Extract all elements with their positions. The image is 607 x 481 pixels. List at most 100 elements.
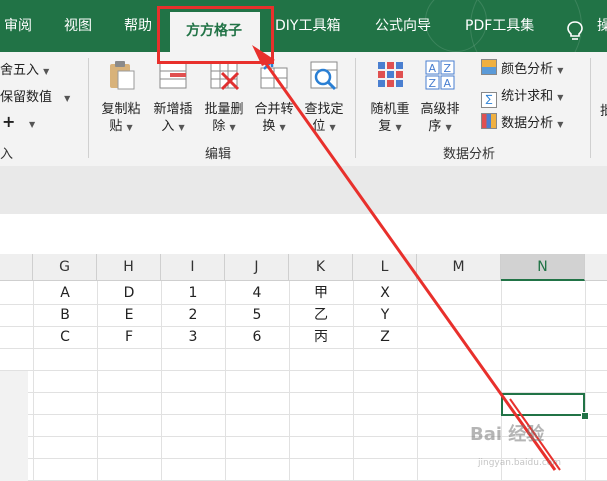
- chevron-down-icon: ▼: [178, 123, 185, 132]
- chevron-down-icon: ▼: [126, 123, 133, 132]
- chevron-down-icon: ▼: [557, 93, 564, 102]
- col-header-j[interactable]: J: [225, 254, 289, 281]
- annotation-highlight-box: [157, 6, 274, 64]
- col-header-partial[interactable]: [585, 254, 607, 281]
- sort-az-icon: A Z Z A: [425, 60, 455, 90]
- cell-h3[interactable]: F: [97, 326, 161, 348]
- formula-bar[interactable]: [0, 214, 607, 255]
- cell-j1[interactable]: 4: [225, 282, 289, 304]
- col-header-g[interactable]: G: [33, 254, 97, 281]
- insert-new-button[interactable]: 新增插 入 ▼: [147, 58, 199, 136]
- merge-convert-button[interactable]: 合并转 换 ▼: [248, 58, 300, 136]
- ribbon-panel: 舍五入 ▼ 保留数值 ▼ + ▼ 入 复制粘 贴 ▼ 新增插 入 ▼ 批量删 除…: [0, 52, 607, 167]
- data-analysis-item[interactable]: 数据分析 ▼: [481, 112, 563, 131]
- cell-k1[interactable]: 甲: [289, 282, 353, 304]
- stat-sum-item[interactable]: ∑ 统计求和 ▼: [481, 85, 563, 108]
- grid-line: [0, 370, 607, 371]
- tab-formula-wizard[interactable]: 公式向导: [375, 14, 431, 38]
- cell-l3[interactable]: Z: [353, 326, 417, 348]
- col-header-i[interactable]: I: [161, 254, 225, 281]
- lightbulb-icon[interactable]: [566, 20, 584, 42]
- row-header-fragment: [0, 415, 28, 437]
- cell-i2[interactable]: 2: [161, 304, 225, 326]
- advanced-sort-button[interactable]: A Z Z A 高级排 序 ▼: [414, 58, 466, 136]
- cell-j3[interactable]: 6: [225, 326, 289, 348]
- cell-g1[interactable]: A: [33, 282, 97, 304]
- chevron-down-icon: ▼: [329, 123, 336, 132]
- spreadsheet-grid[interactable]: G H I J K L M N A D 1 4 甲 X B E 2 5 乙 Y …: [0, 254, 607, 481]
- cell-i1[interactable]: 1: [161, 282, 225, 304]
- svg-text:A: A: [429, 62, 437, 75]
- tab-diy-toolbox[interactable]: DIY工具箱: [275, 14, 340, 38]
- analysis-grid-icon: [481, 113, 497, 129]
- color-grid-icon: [481, 59, 497, 75]
- chevron-down-icon: ▼: [43, 67, 50, 76]
- col-header-n[interactable]: N: [501, 254, 585, 281]
- row-header-fragment: [0, 393, 28, 415]
- col-header-l[interactable]: L: [353, 254, 417, 281]
- find-locate-button[interactable]: 查找定 位 ▼: [298, 58, 350, 136]
- chevron-down-icon: ▼: [445, 123, 452, 132]
- magnifier-grid-icon: [310, 61, 338, 91]
- chevron-down-icon: ▼: [28, 120, 36, 129]
- copy-paste-button[interactable]: 复制粘 贴 ▼: [95, 58, 147, 136]
- group-divider: [355, 58, 356, 158]
- grid-line: [585, 281, 586, 481]
- cell-h2[interactable]: E: [97, 304, 161, 326]
- sum-icon: ∑: [481, 92, 497, 108]
- random-colors-icon: [378, 62, 403, 87]
- grid-line: [0, 348, 607, 349]
- ribbon-right-fragment: 批: [600, 104, 607, 119]
- group-divider: [88, 58, 89, 158]
- col-header-k[interactable]: K: [289, 254, 353, 281]
- clipboard-icon: [110, 61, 135, 90]
- baidu-watermark-url: jingyan.baidu.com: [478, 458, 562, 468]
- toolbar-gap: [0, 166, 607, 214]
- random-repeat-button[interactable]: 随机重 复 ▼: [364, 58, 416, 136]
- chevron-down-icon: ▼: [64, 94, 71, 103]
- baidu-watermark: Bai 经验: [470, 424, 545, 445]
- cell-k2[interactable]: 乙: [289, 304, 353, 326]
- cell-g2[interactable]: B: [33, 304, 97, 326]
- tab-view[interactable]: 视图: [64, 14, 92, 38]
- tab-help[interactable]: 帮助: [124, 14, 152, 38]
- keep-value-item[interactable]: 保留数值 ▼: [0, 86, 70, 105]
- grid-line: [417, 281, 418, 481]
- tab-pdf-tools[interactable]: PDF工具集: [465, 14, 534, 38]
- svg-text:Z: Z: [429, 77, 437, 90]
- cell-k3[interactable]: 丙: [289, 326, 353, 348]
- grid-line: [501, 281, 502, 481]
- group-label-edit: 编辑: [205, 147, 232, 162]
- group-label-analysis: 数据分析: [443, 147, 496, 162]
- row-header-fragment: [0, 437, 28, 459]
- cell-l1[interactable]: X: [353, 282, 417, 304]
- batch-delete-button[interactable]: 批量删 除 ▼: [198, 58, 250, 136]
- row-header-fragment: [0, 459, 28, 481]
- cell-h1[interactable]: D: [97, 282, 161, 304]
- color-analysis-item[interactable]: 颜色分析 ▼: [481, 58, 563, 77]
- svg-text:Z: Z: [444, 62, 452, 75]
- chevron-down-icon: ▼: [279, 123, 286, 132]
- chevron-down-icon: ▼: [395, 123, 402, 132]
- cell-g3[interactable]: C: [33, 326, 97, 348]
- active-cell-selection[interactable]: [501, 393, 585, 416]
- group-label-left: 入: [0, 147, 14, 162]
- chevron-down-icon: ▼: [557, 120, 564, 129]
- add-item[interactable]: + ▼: [2, 112, 35, 131]
- ribbon-tab-bar: 审阅 视图 帮助 方方格子 DIY工具箱 公式向导 PDF工具集 操: [0, 0, 607, 82]
- tab-review[interactable]: 审阅: [4, 14, 32, 38]
- round-item[interactable]: 舍五入 ▼: [0, 59, 49, 78]
- chevron-down-icon: ▼: [229, 123, 236, 132]
- svg-text:A: A: [444, 77, 452, 90]
- col-header-m[interactable]: M: [417, 254, 501, 281]
- col-header-partial[interactable]: [0, 254, 33, 281]
- chevron-down-icon: ▼: [557, 66, 564, 75]
- cell-i3[interactable]: 3: [161, 326, 225, 348]
- row-header-fragment: [0, 371, 28, 393]
- fill-handle[interactable]: [581, 412, 589, 420]
- tab-right-fragment: 操: [597, 18, 607, 34]
- col-header-h[interactable]: H: [97, 254, 161, 281]
- cell-l2[interactable]: Y: [353, 304, 417, 326]
- group-divider: [590, 58, 591, 158]
- cell-j2[interactable]: 5: [225, 304, 289, 326]
